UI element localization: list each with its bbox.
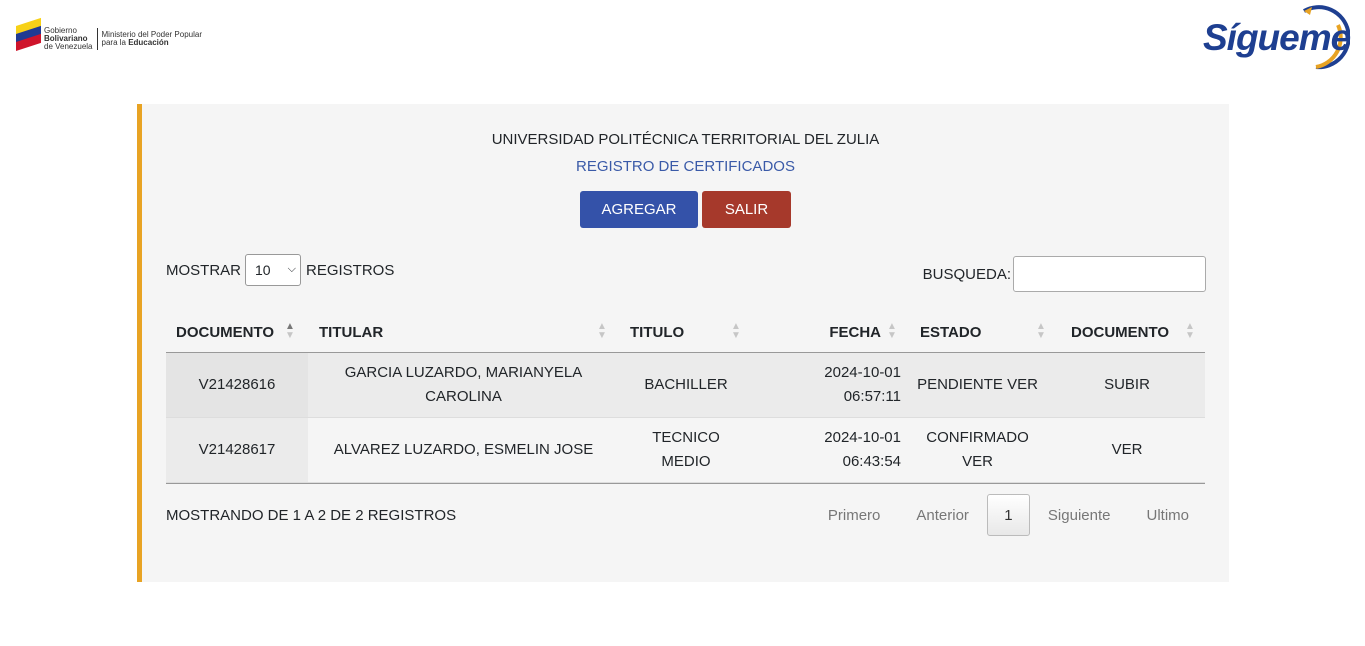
cell-fecha: 2024-10-01 06:43:54	[824, 429, 901, 470]
cell-estado: PENDIENTE VER	[917, 376, 1038, 393]
sort-ascending-icon: ▲ ▼	[285, 321, 295, 341]
sort-icon: ▲ ▼	[731, 321, 741, 341]
brand-name: Sígueme	[1203, 17, 1351, 58]
last-page-button[interactable]: Ultimo	[1128, 494, 1205, 536]
search-input[interactable]	[1013, 256, 1206, 292]
pagination: Primero Anterior 1 Siguiente Ultimo	[810, 494, 1205, 536]
page-size-select[interactable]: 10 ⌵	[245, 254, 301, 286]
column-header-titulo[interactable]: TITULO ▲ ▼	[619, 312, 753, 352]
cell-documento: V21428617	[166, 418, 308, 482]
government-logo: Gobierno Bolivariano de Venezuela Minist…	[16, 17, 203, 53]
upload-link[interactable]: SUBIR	[1049, 353, 1205, 417]
page-size-control: MOSTRAR 10 ⌵ REGISTROS	[166, 254, 394, 286]
table-header: DOCUMENTO ▲ ▼ TITULAR ▲ ▼ TITULO ▲ ▼ FECHA …	[166, 312, 1205, 353]
column-header-titular[interactable]: TITULAR ▲ ▼	[308, 312, 619, 352]
cell-titulo: BACHILLER	[644, 376, 728, 393]
venezuela-flag-icon	[16, 17, 41, 52]
sort-icon: ▲ ▼	[887, 321, 897, 341]
page-subtitle: REGISTRO DE CERTIFICADOS	[576, 158, 795, 175]
table-info: MOSTRANDO DE 1 A 2 DE 2 REGISTROS	[166, 507, 457, 524]
column-header-documento[interactable]: DOCUMENTO ▲ ▼	[166, 312, 308, 352]
table-row: V21428616 GARCIA LUZARDO, MARIANYELA CAR…	[166, 353, 1205, 418]
certificates-panel: UNIVERSIDAD POLITÉCNICA TERRITORIAL DEL …	[137, 104, 1229, 582]
university-title: UNIVERSIDAD POLITÉCNICA TERRITORIAL DEL …	[491, 131, 880, 148]
column-header-fecha[interactable]: FECHA ▲ ▼	[753, 312, 906, 352]
certificates-table: DOCUMENTO ▲ ▼ TITULAR ▲ ▼ TITULO ▲ ▼ FECHA …	[166, 312, 1205, 484]
show-label: MOSTRAR	[166, 261, 241, 279]
next-page-button[interactable]: Siguiente	[1030, 494, 1129, 536]
column-header-documento-file[interactable]: DOCUMENTO ▲ ▼	[1049, 312, 1205, 352]
search-label: BUSQUEDA:	[922, 265, 1011, 283]
sigueme-logo: Sígueme	[1200, 5, 1351, 71]
cell-titular: ALVAREZ LUZARDO, ESMELIN JOSE	[333, 441, 594, 458]
view-link[interactable]: VER	[1049, 418, 1205, 482]
table-row: V21428617 ALVAREZ LUZARDO, ESMELIN JOSE …	[166, 418, 1205, 483]
page-size-value: 10	[255, 262, 271, 278]
cell-titular: GARCIA LUZARDO, MARIANYELA CAROLINA	[344, 364, 583, 405]
column-header-estado[interactable]: ESTADO ▲ ▼	[906, 312, 1049, 352]
first-page-button[interactable]: Primero	[810, 494, 899, 536]
search-control: BUSQUEDA:	[923, 256, 1206, 292]
current-page-button[interactable]: 1	[986, 494, 1030, 536]
table-bottom-border	[166, 483, 1205, 484]
ministry-name: Ministerio del Poder Popular para la Edu…	[101, 30, 203, 47]
records-label: REGISTROS	[306, 261, 395, 279]
cell-titulo: TECNICO MEDIO	[652, 429, 720, 470]
sort-icon: ▲ ▼	[1185, 321, 1195, 341]
cell-fecha: 2024-10-01 06:57:11	[824, 364, 901, 405]
exit-button[interactable]: SALIR	[702, 191, 791, 228]
logo-divider	[96, 28, 98, 50]
sort-icon: ▲ ▼	[1036, 321, 1046, 341]
action-buttons: AGREGAR SALIR	[142, 191, 1229, 228]
government-name: Gobierno Bolivariano de Venezuela	[44, 26, 93, 51]
cell-estado: CONFIRMADO VER	[926, 429, 1029, 470]
chevron-down-icon: ⌵	[287, 263, 296, 275]
previous-page-button[interactable]: Anterior	[898, 494, 987, 536]
add-button[interactable]: AGREGAR	[580, 191, 698, 228]
sort-icon: ▲ ▼	[597, 321, 607, 341]
cell-documento: V21428616	[166, 353, 308, 417]
